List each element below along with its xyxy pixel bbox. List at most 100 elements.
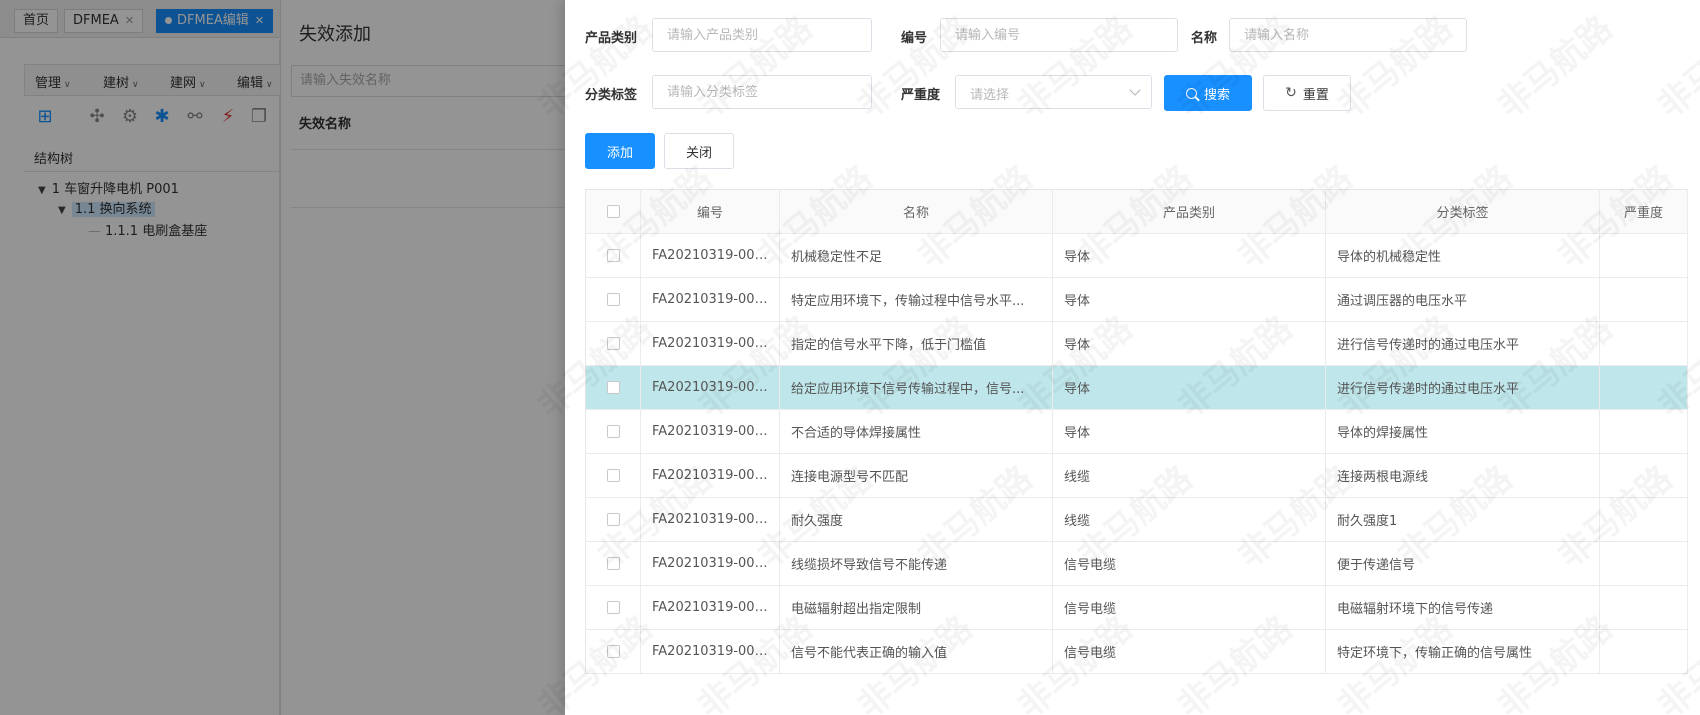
row-checkbox[interactable] — [606, 645, 620, 658]
table-row[interactable]: FA20210319-0019 指定的信号水平下降，低于门槛值 导体 进行信号传递时的… — [585, 321, 1688, 366]
cell-number: FA20210319-0018 — [640, 365, 780, 410]
row-checkbox[interactable] — [606, 469, 620, 482]
failure-library-drawer: 产品类别 编号 名称 分类标签 严重度 请选择 搜索 ↻ 重置 添加 关闭 — [530, 0, 1700, 715]
row-select-cell — [585, 585, 641, 630]
table-row[interactable]: FA20210319-0013 电磁辐射超出指定限制 信号电缆 电磁辐射环境下的信号传… — [585, 585, 1688, 630]
reset-button[interactable]: ↻ 重置 — [1263, 75, 1351, 111]
cell-tag: 通过调压器的电压水平 — [1325, 277, 1600, 322]
row-checkbox[interactable] — [606, 557, 620, 570]
table-row[interactable]: FA20210319-0015 耐久强度 线缆 耐久强度1 — [585, 497, 1688, 542]
table-row[interactable]: FA20210319-0014 线缆损坏导致信号不能传递 信号电缆 便于传递信号 — [585, 541, 1688, 586]
cell-severity — [1599, 541, 1688, 586]
add-button[interactable]: 添加 — [585, 133, 655, 169]
row-select-cell — [585, 233, 641, 278]
modal-mask[interactable] — [0, 0, 565, 715]
number-label: 编号 — [901, 31, 928, 46]
cell-number: FA20210319-0015 — [640, 497, 780, 542]
cell-tag: 连接两根电源线 — [1325, 453, 1600, 498]
table-header-row: 编号 名称 产品类别 分类标签 严重度 — [585, 189, 1688, 234]
severity-select[interactable]: 请选择 — [955, 75, 1152, 109]
watermark: 非马航路 — [1645, 2, 1700, 127]
search-button[interactable]: 搜索 — [1164, 75, 1252, 111]
cell-number: FA20210319-0021 — [640, 233, 780, 278]
cell-tag: 便于传递信号 — [1325, 541, 1600, 586]
cell-severity — [1599, 497, 1688, 542]
reset-button-label: 重置 — [1302, 87, 1329, 103]
number-input[interactable] — [940, 18, 1178, 52]
name-input[interactable] — [1229, 18, 1467, 52]
row-select-cell — [585, 453, 641, 498]
cell-category: 信号电缆 — [1052, 629, 1326, 674]
watermark: 非马航路 — [1485, 2, 1621, 127]
cell-severity — [1599, 409, 1688, 454]
row-checkbox[interactable] — [606, 337, 620, 350]
table-body: FA20210319-0021 机械稳定性不足 导体 导体的机械稳定性 FA202103… — [585, 233, 1688, 674]
failure-table: 编号 名称 产品类别 分类标签 严重度 FA20210319-0021 机械稳定性… — [585, 189, 1688, 674]
row-select-cell — [585, 541, 641, 586]
cell-name: 指定的信号水平下降，低于门槛值 — [779, 321, 1053, 366]
cell-number: FA20210319-0012 — [640, 629, 780, 674]
row-checkbox[interactable] — [606, 425, 620, 438]
table-row[interactable]: FA20210319-0016 连接电源型号不匹配 线缆 连接两根电源线 — [585, 453, 1688, 498]
row-checkbox[interactable] — [606, 381, 620, 394]
row-select-cell — [585, 321, 641, 366]
cell-category: 导体 — [1052, 277, 1326, 322]
cell-tag: 电磁辐射环境下的信号传递 — [1325, 585, 1600, 630]
table-row[interactable]: FA20210319-0018 给定应用环境下信号传输过程中，信号... 导体 进行信… — [585, 365, 1688, 410]
table-row[interactable]: FA20210319-0020 特定应用环境下，传输过程中信号水平... 导体 通过调… — [585, 277, 1688, 322]
column-header-tag: 分类标签 — [1325, 189, 1600, 234]
cell-name: 连接电源型号不匹配 — [779, 453, 1053, 498]
cell-tag: 导体的机械稳定性 — [1325, 233, 1600, 278]
cell-severity — [1599, 233, 1688, 278]
column-header-severity: 严重度 — [1599, 189, 1688, 234]
cell-category: 导体 — [1052, 321, 1326, 366]
cell-severity — [1599, 277, 1688, 322]
cell-number: FA20210319-0020 — [640, 277, 780, 322]
search-button-label: 搜索 — [1203, 87, 1230, 103]
cell-number: FA20210319-0019 — [640, 321, 780, 366]
row-checkbox[interactable] — [606, 249, 620, 262]
cell-tag: 导体的焊接属性 — [1325, 409, 1600, 454]
cell-category: 导体 — [1052, 233, 1326, 278]
table-row[interactable]: FA20210319-0012 信号不能代表正确的输入值 信号电缆 特定环境下，传输正… — [585, 629, 1688, 674]
cell-severity — [1599, 453, 1688, 498]
cell-name: 耐久强度 — [779, 497, 1053, 542]
row-select-cell — [585, 277, 641, 322]
cell-name: 特定应用环境下，传输过程中信号水平... — [779, 277, 1053, 322]
cell-category: 信号电缆 — [1052, 541, 1326, 586]
select-all-checkbox[interactable] — [606, 205, 620, 218]
row-checkbox[interactable] — [606, 293, 620, 306]
row-checkbox[interactable] — [606, 601, 620, 614]
tag-input[interactable] — [652, 75, 872, 109]
table-row[interactable]: FA20210319-0017 不合适的导体焊接属性 导体 导体的焊接属性 — [585, 409, 1688, 454]
cell-severity — [1599, 629, 1688, 674]
severity-label: 严重度 — [901, 88, 941, 103]
refresh-icon: ↻ — [1285, 85, 1297, 101]
cell-tag: 特定环境下，传输正确的信号属性 — [1325, 629, 1600, 674]
cell-name: 信号不能代表正确的输入值 — [779, 629, 1053, 674]
product-category-label: 产品类别 — [585, 31, 638, 46]
severity-select-placeholder: 请选择 — [970, 88, 1010, 103]
cell-name: 线缆损坏导致信号不能传递 — [779, 541, 1053, 586]
row-select-cell — [585, 365, 641, 410]
cell-number: FA20210319-0014 — [640, 541, 780, 586]
cell-category: 导体 — [1052, 365, 1326, 410]
row-checkbox[interactable] — [606, 513, 620, 526]
select-all-cell — [585, 189, 641, 234]
product-category-input[interactable] — [652, 18, 872, 52]
cell-name: 给定应用环境下信号传输过程中，信号... — [779, 365, 1053, 410]
chevron-down-icon — [1129, 84, 1141, 96]
cell-category: 导体 — [1052, 409, 1326, 454]
row-select-cell — [585, 409, 641, 454]
column-header-name: 名称 — [779, 189, 1053, 234]
cell-name: 不合适的导体焊接属性 — [779, 409, 1053, 454]
cell-severity — [1599, 365, 1688, 410]
cell-name: 机械稳定性不足 — [779, 233, 1053, 278]
cell-number: FA20210319-0013 — [640, 585, 780, 630]
row-select-cell — [585, 629, 641, 674]
table-row[interactable]: FA20210319-0021 机械稳定性不足 导体 导体的机械稳定性 — [585, 233, 1688, 278]
close-button[interactable]: 关闭 — [664, 133, 734, 169]
cell-category: 线缆 — [1052, 453, 1326, 498]
cell-severity — [1599, 585, 1688, 630]
search-icon — [1185, 87, 1197, 99]
